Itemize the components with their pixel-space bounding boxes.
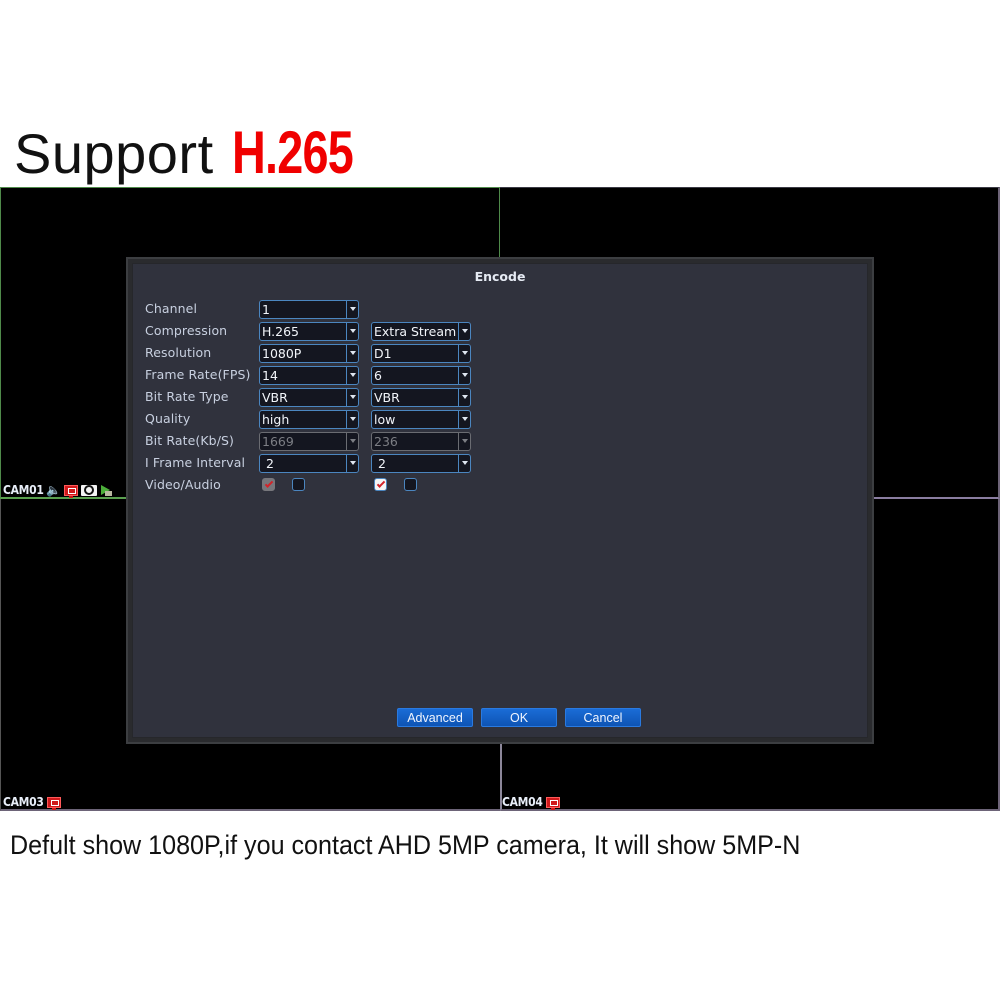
compression-label: Compression [145, 323, 228, 338]
chevron-down-icon[interactable] [346, 300, 358, 318]
row-channel: Channel 1 [145, 299, 605, 319]
i-frame-interval-main-select[interactable]: 2 [259, 453, 359, 473]
bit-rate-type-label: Bit Rate Type [145, 389, 229, 404]
camera-label: CAM03 [3, 795, 61, 810]
resolution-label: Resolution [145, 345, 212, 360]
camera-name: CAM01 [3, 483, 44, 497]
frame-rate-main-value: 14 [262, 367, 278, 383]
bit-rate-type-extra-select[interactable]: VBR [371, 387, 471, 407]
resolution-main-value: 1080P [262, 345, 302, 361]
headline: Support H.265 [14, 118, 387, 188]
quality-extra-select[interactable]: low [371, 409, 471, 429]
bit-rate-main-select: 1669 [259, 431, 359, 451]
channel-label: Channel [145, 301, 198, 316]
chevron-down-icon[interactable] [346, 410, 358, 428]
row-quality: Quality high low [145, 409, 605, 429]
bit-rate-type-main-value: VBR [262, 389, 288, 405]
camera-name: CAM04 [502, 795, 543, 809]
channel-value: 1 [262, 301, 270, 317]
camera-name: CAM03 [3, 795, 44, 809]
i-frame-interval-main-value: 2 [262, 455, 274, 471]
chevron-down-icon [458, 432, 470, 450]
dialog-title: Encode [474, 269, 526, 284]
channel-select[interactable]: 1 [259, 299, 359, 319]
flag-icon [100, 484, 112, 496]
headline-accent: H.265 [231, 119, 354, 186]
headline-text: Support [14, 122, 214, 185]
video-audio-label: Video/Audio [145, 477, 221, 492]
camera-label: CAM04 [502, 795, 560, 810]
frame-rate-extra-select[interactable]: 6 [371, 365, 471, 385]
compression-main-value: H.265 [262, 323, 300, 339]
monitor-alert-icon [545, 796, 560, 810]
row-i-frame-interval: I Frame Interval 2 2 [145, 453, 605, 473]
resolution-main-select[interactable]: 1080P [259, 343, 359, 363]
resolution-extra-value: D1 [374, 345, 392, 361]
quality-main-value: high [262, 411, 290, 427]
chevron-down-icon[interactable] [346, 344, 358, 362]
bit-rate-label: Bit Rate(Kb/S) [145, 433, 235, 448]
speaker-muted-icon: 🔈 [46, 483, 61, 497]
cancel-button[interactable]: Cancel [565, 708, 641, 727]
footnote: Defult show 1080P,if you contact AHD 5MP… [10, 830, 801, 860]
record-icon [80, 484, 97, 496]
i-frame-interval-extra-select[interactable]: 2 [371, 453, 471, 473]
ok-button[interactable]: OK [481, 708, 557, 727]
quality-label: Quality [145, 411, 191, 426]
chevron-down-icon [346, 432, 358, 450]
row-resolution: Resolution 1080P D1 [145, 343, 605, 363]
stream-type-select[interactable]: Extra Stream [371, 321, 471, 341]
quality-extra-value: low [374, 411, 396, 427]
frame-rate-extra-value: 6 [374, 367, 382, 383]
chevron-down-icon[interactable] [346, 388, 358, 406]
bit-rate-type-extra-value: VBR [374, 389, 400, 405]
dialog-actions: Advanced OK Cancel [133, 708, 867, 727]
monitor-alert-icon [63, 484, 78, 498]
advanced-button[interactable]: Advanced [397, 708, 473, 727]
frame-rate-label: Frame Rate(FPS) [145, 367, 251, 382]
monitor-alert-icon [46, 796, 61, 810]
compression-main-select[interactable]: H.265 [259, 321, 359, 341]
check-icon [264, 478, 273, 488]
bit-rate-extra-value: 236 [374, 433, 398, 449]
chevron-down-icon[interactable] [346, 366, 358, 384]
stream-type-value: Extra Stream [374, 323, 457, 339]
bit-rate-main-value: 1669 [262, 433, 294, 449]
resolution-extra-select[interactable]: D1 [371, 343, 471, 363]
chevron-down-icon[interactable] [458, 388, 470, 406]
extra-video-checkbox[interactable] [374, 478, 387, 491]
row-bit-rate: Bit Rate(Kb/S) 1669 236 [145, 431, 605, 451]
chevron-down-icon[interactable] [458, 366, 470, 384]
encode-dialog-body: Encode Channel 1 Compression H.265 Extra… [132, 263, 868, 738]
bit-rate-type-main-select[interactable]: VBR [259, 387, 359, 407]
row-compression: Compression H.265 Extra Stream [145, 321, 605, 341]
chevron-down-icon[interactable] [458, 454, 470, 472]
chevron-down-icon[interactable] [346, 454, 358, 472]
encode-dialog: Encode Channel 1 Compression H.265 Extra… [126, 257, 874, 744]
camera-label: CAM01 🔈 [3, 483, 112, 498]
i-frame-interval-label: I Frame Interval [145, 455, 246, 470]
row-frame-rate: Frame Rate(FPS) 14 6 [145, 365, 605, 385]
chevron-down-icon[interactable] [458, 322, 470, 340]
chevron-down-icon[interactable] [458, 410, 470, 428]
main-video-checkbox [262, 478, 275, 491]
main-audio-checkbox[interactable] [292, 478, 305, 491]
i-frame-interval-extra-value: 2 [374, 455, 386, 471]
extra-audio-checkbox[interactable] [404, 478, 417, 491]
chevron-down-icon[interactable] [346, 322, 358, 340]
bit-rate-extra-select: 236 [371, 431, 471, 451]
chevron-down-icon[interactable] [458, 344, 470, 362]
quality-main-select[interactable]: high [259, 409, 359, 429]
row-video-audio: Video/Audio [145, 475, 605, 495]
frame-rate-main-select[interactable]: 14 [259, 365, 359, 385]
check-icon [376, 478, 385, 488]
row-bit-rate-type: Bit Rate Type VBR VBR [145, 387, 605, 407]
